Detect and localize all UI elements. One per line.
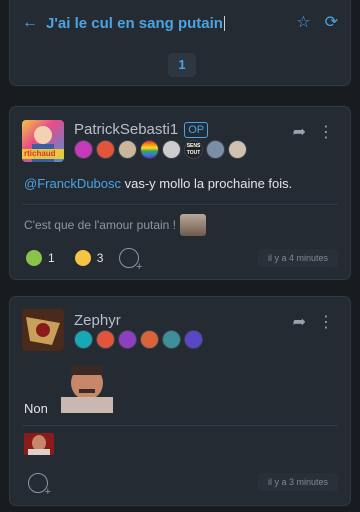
signature-divider bbox=[22, 204, 338, 205]
badge-icon bbox=[118, 330, 137, 349]
badge-icon bbox=[162, 140, 181, 159]
add-reaction-icon[interactable] bbox=[28, 473, 51, 498]
avatar[interactable]: rtichaud bbox=[22, 120, 64, 162]
header-actions: ☆ ⟳ bbox=[296, 15, 338, 31]
post-text: Non bbox=[24, 401, 48, 416]
badge-icon bbox=[140, 330, 159, 349]
badge-icon bbox=[206, 140, 225, 159]
author-name[interactable]: Zephyr bbox=[74, 312, 121, 329]
signature-divider bbox=[22, 425, 338, 426]
add-reaction-icon[interactable] bbox=[119, 248, 142, 273]
op-badge: OP bbox=[184, 121, 209, 138]
badge-icon bbox=[74, 330, 93, 349]
badge-icon bbox=[118, 140, 137, 159]
user-mention-link[interactable]: @FranckDubosc bbox=[24, 176, 121, 191]
text-badge-icon: SENS TOUT bbox=[184, 140, 203, 159]
sick-face-icon bbox=[26, 250, 42, 266]
star-icon[interactable]: ☆ bbox=[296, 15, 310, 31]
avatar-overlay-text: rtichaud bbox=[24, 149, 56, 158]
grinning-face-icon bbox=[74, 250, 91, 266]
post: Zephyr ➦ ⋮ Non il y a 3 minutes bbox=[9, 296, 351, 506]
avatar-image bbox=[22, 309, 64, 351]
badge-icon bbox=[96, 330, 115, 349]
text-cursor bbox=[223, 16, 225, 32]
reaction-count: 3 bbox=[96, 251, 104, 265]
user-badges bbox=[74, 330, 203, 349]
page-button-1[interactable]: 1 bbox=[168, 53, 196, 77]
post-text: vas-y mollo la prochaine fois. bbox=[121, 176, 293, 191]
post-author[interactable]: Zephyr bbox=[74, 312, 121, 329]
avatar[interactable] bbox=[22, 309, 64, 351]
signature: C'est que de l'amour putain ! bbox=[24, 214, 207, 236]
share-icon[interactable]: ➦ bbox=[293, 312, 306, 332]
post: rtichaud PatrickSebasti1 OP ➦ ⋮ SENS TOU… bbox=[9, 106, 351, 280]
post-timestamp[interactable]: il y a 4 minutes bbox=[257, 249, 338, 267]
post-content: @FranckDubosc vas-y mollo la prochaine f… bbox=[24, 176, 292, 191]
author-name[interactable]: PatrickSebasti1 bbox=[74, 121, 178, 138]
topic-title: J'ai le cul en sang putain bbox=[46, 15, 225, 32]
sticker-face bbox=[55, 363, 119, 413]
more-options-icon[interactable]: ⋮ bbox=[318, 122, 334, 142]
rainbow-badge-icon bbox=[140, 140, 159, 159]
topic-header-row: ← J'ai le cul en sang putain ☆ ⟳ bbox=[22, 11, 338, 35]
reactions-bar: 1 3 bbox=[22, 247, 142, 273]
badge-icon bbox=[74, 140, 93, 159]
topic-header: ← J'ai le cul en sang putain ☆ ⟳ 1 bbox=[9, 0, 351, 86]
signature-text: C'est que de l'amour putain ! bbox=[24, 218, 177, 232]
reaction-grin[interactable]: 3 bbox=[71, 247, 112, 269]
post-content: Non bbox=[24, 401, 48, 416]
refresh-icon[interactable]: ⟳ bbox=[325, 15, 338, 31]
arrow-left-icon[interactable]: ← bbox=[22, 15, 38, 31]
signature-sticker-image bbox=[24, 433, 54, 455]
badge-icon bbox=[228, 140, 247, 159]
signature-face bbox=[24, 433, 54, 455]
sticker-image bbox=[180, 214, 207, 236]
share-icon[interactable]: ➦ bbox=[293, 122, 306, 142]
user-badges: SENS TOUT bbox=[74, 140, 247, 159]
post-timestamp[interactable]: il y a 3 minutes bbox=[257, 473, 338, 491]
more-options-icon[interactable]: ⋮ bbox=[318, 312, 334, 332]
reaction-sick[interactable]: 1 bbox=[22, 247, 63, 269]
sticker-image bbox=[55, 363, 119, 413]
post-author[interactable]: PatrickSebasti1 OP bbox=[74, 121, 209, 138]
reaction-count: 1 bbox=[48, 251, 55, 265]
badge-icon bbox=[96, 140, 115, 159]
topic-title-text: J'ai le cul en sang putain bbox=[46, 14, 223, 32]
badge-icon bbox=[184, 330, 203, 349]
badge-icon bbox=[162, 330, 181, 349]
